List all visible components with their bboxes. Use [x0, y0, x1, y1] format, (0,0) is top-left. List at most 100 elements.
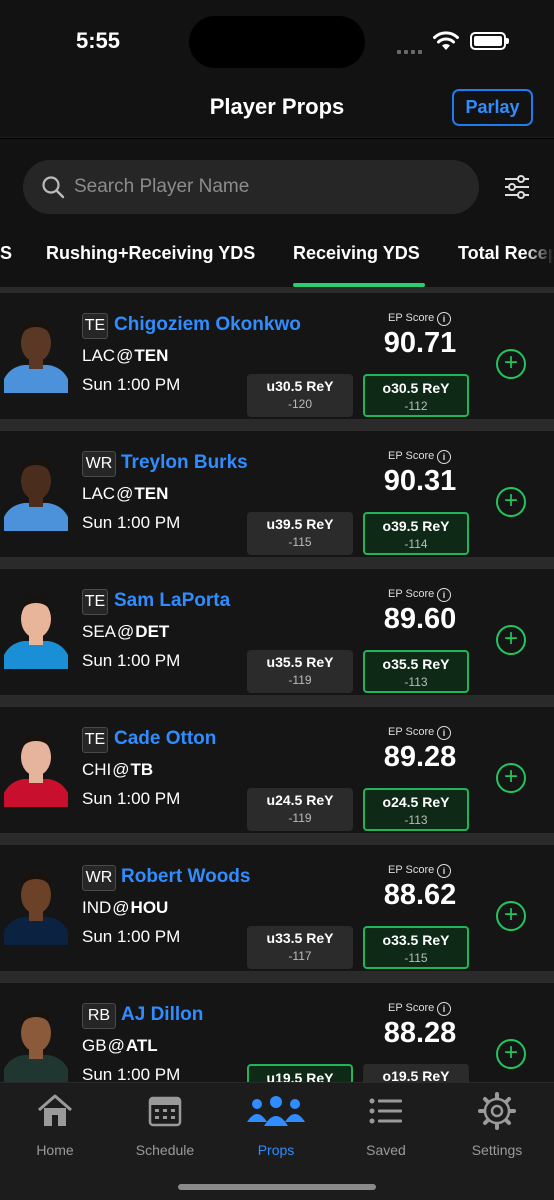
add-to-parlay-button[interactable]: +	[496, 625, 526, 655]
under-line-label: u19.5 ReY	[266, 1070, 334, 1082]
add-to-parlay-button[interactable]: +	[496, 763, 526, 793]
nav-schedule[interactable]: Schedule	[115, 1091, 215, 1158]
add-to-parlay-button[interactable]: +	[496, 349, 526, 379]
nav-schedule-label: Schedule	[135, 1142, 195, 1158]
over-odds: -115	[404, 951, 428, 965]
player-card[interactable]: TE Chigoziem Okonkwo LAC@TEN Sun 1:00 PM…	[0, 293, 554, 419]
player-card[interactable]: WR Treylon Burks LAC@TEN Sun 1:00 PM EP …	[0, 431, 554, 557]
parlay-button[interactable]: Parlay	[452, 89, 533, 126]
player-card[interactable]: WR Robert Woods IND@HOU Sun 1:00 PM EP S…	[0, 845, 554, 971]
home-team: TEN	[134, 346, 169, 365]
tab-receiving-yds[interactable]: Receiving YDS	[293, 243, 420, 264]
status-bar: 5:55	[0, 0, 554, 80]
add-to-parlay-button[interactable]: +	[496, 901, 526, 931]
ep-score: 89.28	[383, 741, 457, 773]
ep-score-label: EP Score	[388, 1002, 435, 1014]
search-placeholder: Search Player Name	[74, 176, 250, 197]
ep-score-label: EP Score	[388, 312, 435, 324]
player-name[interactable]: AJ Dillon	[121, 1004, 203, 1026]
over-line-button[interactable]: o30.5 ReY -112	[363, 374, 469, 417]
info-icon[interactable]: i	[437, 312, 451, 326]
under-line-label: u39.5 ReY	[266, 516, 334, 532]
over-line-label: o19.5 ReY	[382, 1068, 450, 1082]
nav-saved[interactable]: Saved	[336, 1091, 436, 1158]
people-icon	[247, 1096, 305, 1126]
player-card[interactable]: TE Cade Otton CHI@TB Sun 1:00 PM EP Scor…	[0, 707, 554, 833]
category-tabs: S Rushing+Receiving YDS Receiving YDS To…	[0, 235, 554, 287]
player-card[interactable]: RB AJ Dillon GB@ATL Sun 1:00 PM EP Score…	[0, 983, 554, 1082]
game-time: Sun 1:00 PM	[82, 651, 181, 670]
under-odds: -119	[288, 673, 312, 687]
away-team: LAC	[82, 484, 116, 503]
matchup: GB@ATL	[82, 1036, 158, 1055]
search-input[interactable]: Search Player Name	[23, 160, 479, 214]
over-line-button[interactable]: o19.5 ReY	[363, 1064, 469, 1082]
position-badge: TE	[82, 313, 108, 339]
over-line-button[interactable]: o24.5 ReY -113	[363, 788, 469, 831]
player-name[interactable]: Cade Otton	[114, 728, 216, 750]
away-team: IND	[82, 898, 112, 917]
away-team: LAC	[82, 346, 116, 365]
player-name[interactable]: Sam LaPorta	[114, 590, 230, 612]
info-icon[interactable]: i	[437, 588, 451, 602]
under-odds: -115	[288, 535, 312, 549]
nav-props[interactable]: Props	[226, 1091, 326, 1158]
search-bar: Search Player Name	[0, 139, 554, 235]
tab-rushing-receiving-yds[interactable]: Rushing+Receiving YDS	[46, 243, 255, 264]
under-line-button[interactable]: u33.5 ReY -117	[247, 926, 353, 969]
player-card[interactable]: TE Sam LaPorta SEA@DET Sun 1:00 PM EP Sc…	[0, 569, 554, 695]
over-line-label: o33.5 ReY	[382, 932, 450, 948]
position-badge: WR	[82, 865, 116, 891]
under-line-label: u30.5 ReY	[266, 378, 334, 394]
battery-icon	[470, 32, 509, 50]
over-line-button[interactable]: o39.5 ReY -114	[363, 512, 469, 555]
over-line-button[interactable]: o35.5 ReY -113	[363, 650, 469, 693]
player-name[interactable]: Chigoziem Okonkwo	[114, 314, 301, 336]
gear-icon	[478, 1092, 516, 1130]
game-time: Sun 1:00 PM	[82, 513, 181, 532]
tab-yds[interactable]: S	[0, 243, 12, 264]
add-to-parlay-button[interactable]: +	[496, 1039, 526, 1069]
game-time: Sun 1:00 PM	[82, 375, 181, 394]
info-icon[interactable]: i	[437, 450, 451, 464]
under-line-button[interactable]: u24.5 ReY -119	[247, 788, 353, 831]
home-team: HOU	[130, 898, 169, 917]
app-header: Player Props Parlay	[0, 80, 554, 138]
over-line-label: o30.5 ReY	[382, 380, 450, 396]
filter-icon[interactable]	[504, 175, 530, 199]
ep-score-label: EP Score	[388, 864, 435, 876]
position-badge: TE	[82, 589, 108, 615]
under-line-button[interactable]: u30.5 ReY -120	[247, 374, 353, 417]
over-line-label: o39.5 ReY	[382, 518, 450, 534]
under-line-button[interactable]: u39.5 ReY -115	[247, 512, 353, 555]
under-odds: -120	[287, 397, 313, 411]
wifi-icon	[433, 31, 459, 50]
ep-score-label: EP Score	[388, 450, 435, 462]
away-team: SEA	[82, 622, 117, 641]
nav-home[interactable]: Home	[5, 1091, 105, 1158]
under-line-button[interactable]: u35.5 ReY -119	[247, 650, 353, 693]
away-team: CHI	[82, 760, 112, 779]
info-icon[interactable]: i	[437, 864, 451, 878]
over-line-label: o24.5 ReY	[382, 794, 450, 810]
player-name[interactable]: Treylon Burks	[121, 452, 248, 474]
home-team: TB	[130, 760, 154, 779]
add-to-parlay-button[interactable]: +	[496, 487, 526, 517]
over-odds: -114	[404, 537, 428, 551]
under-line-button[interactable]: u19.5 ReY	[247, 1064, 353, 1082]
home-indicator	[178, 1184, 376, 1190]
nav-settings[interactable]: Settings	[447, 1091, 547, 1158]
over-odds: -113	[404, 813, 428, 827]
matchup: LAC@TEN	[82, 484, 169, 503]
player-name[interactable]: Robert Woods	[121, 866, 250, 888]
nav-settings-label: Settings	[471, 1142, 523, 1158]
under-line-label: u33.5 ReY	[266, 930, 334, 946]
list-icon	[369, 1098, 402, 1124]
position-badge: WR	[82, 451, 116, 477]
matchup: CHI@TB	[82, 760, 154, 779]
info-icon[interactable]: i	[437, 726, 451, 740]
info-icon[interactable]: i	[437, 1002, 451, 1016]
calendar-icon	[148, 1096, 182, 1127]
over-line-button[interactable]: o33.5 ReY -115	[363, 926, 469, 969]
under-line-label: u24.5 ReY	[266, 792, 334, 808]
